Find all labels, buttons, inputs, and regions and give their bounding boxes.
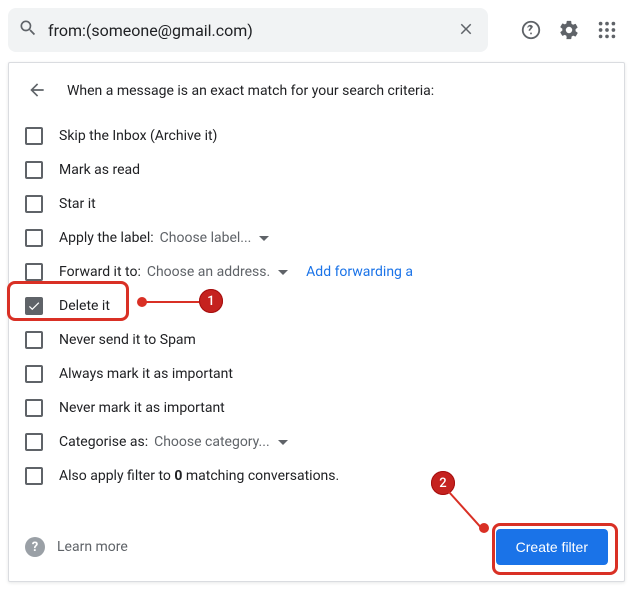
learn-more-link[interactable]: ? Learn more <box>25 537 128 557</box>
panel-header: When a message is an exact match for you… <box>25 79 608 103</box>
link-add-forwarding[interactable]: Add forwarding a <box>306 264 413 280</box>
checkbox-categorise[interactable] <box>25 433 43 451</box>
create-filter-button[interactable]: Create filter <box>496 529 608 565</box>
help-circle-icon: ? <box>25 537 45 557</box>
row-never-spam: Never send it to Spam <box>25 323 608 357</box>
label-categorise: Categorise as: <box>59 434 148 450</box>
label-delete-it: Delete it <box>59 298 110 314</box>
top-icons <box>519 18 625 42</box>
caret-down-icon <box>259 236 269 241</box>
label-star-it: Star it <box>59 196 96 212</box>
dropdown-forward[interactable]: Choose an address. <box>147 264 288 280</box>
checkbox-never-important[interactable] <box>25 399 43 417</box>
row-mark-read: Mark as read <box>25 153 608 187</box>
close-icon <box>457 20 475 41</box>
label-also-apply: Also apply filter to 0 matching conversa… <box>59 468 339 484</box>
also-apply-suffix: matching conversations. <box>182 468 339 484</box>
row-apply-label: Apply the label: Choose label... <box>25 221 608 255</box>
filter-panel: When a message is an exact match for you… <box>8 62 625 582</box>
checkbox-mark-read[interactable] <box>25 161 43 179</box>
row-categorise: Categorise as: Choose category... <box>25 425 608 459</box>
checkbox-star-it[interactable] <box>25 195 43 213</box>
topbar: from:(someone@gmail.com) <box>0 0 633 58</box>
checkbox-never-spam[interactable] <box>25 331 43 349</box>
learn-more-text: Learn more <box>57 539 128 555</box>
check-icon <box>27 299 41 313</box>
label-always-important: Always mark it as important <box>59 366 233 382</box>
clear-search-button[interactable] <box>454 18 478 42</box>
row-skip-inbox: Skip the Inbox (Archive it) <box>25 119 608 153</box>
row-also-apply: Also apply filter to 0 matching conversa… <box>25 459 608 493</box>
apps-icon[interactable] <box>595 18 619 42</box>
caret-down-icon <box>278 270 288 275</box>
label-never-spam: Never send it to Spam <box>59 332 196 348</box>
search-icon <box>18 18 38 42</box>
label-never-important: Never mark it as important <box>59 400 225 416</box>
checkbox-forward[interactable] <box>25 263 43 281</box>
arrow-left-icon <box>27 80 47 103</box>
back-button[interactable] <box>25 79 49 103</box>
label-forward: Forward it to: <box>59 264 141 280</box>
dropdown-categorise-text: Choose category... <box>154 434 270 450</box>
dropdown-categorise[interactable]: Choose category... <box>154 434 288 450</box>
dropdown-apply-label[interactable]: Choose label... <box>160 230 270 246</box>
header-text: When a message is an exact match for you… <box>67 83 434 99</box>
caret-down-icon <box>278 440 288 445</box>
checkbox-apply-label[interactable] <box>25 229 43 247</box>
label-apply-label: Apply the label: <box>59 230 154 246</box>
checkbox-skip-inbox[interactable] <box>25 127 43 145</box>
annotation-line-2 <box>448 491 484 531</box>
row-never-important: Never mark it as important <box>25 391 608 425</box>
row-delete-it: Delete it <box>25 289 608 323</box>
label-mark-read: Mark as read <box>59 162 140 178</box>
search-box[interactable]: from:(someone@gmail.com) <box>8 8 488 52</box>
search-input[interactable]: from:(someone@gmail.com) <box>48 21 444 40</box>
label-skip-inbox: Skip the Inbox (Archive it) <box>59 128 217 144</box>
help-icon[interactable] <box>519 18 543 42</box>
row-always-important: Always mark it as important <box>25 357 608 391</box>
dropdown-forward-text: Choose an address. <box>147 264 270 280</box>
row-star-it: Star it <box>25 187 608 221</box>
dropdown-apply-label-text: Choose label... <box>160 230 252 246</box>
checkbox-also-apply[interactable] <box>25 467 43 485</box>
row-forward: Forward it to: Choose an address. Add fo… <box>25 255 608 289</box>
checkbox-delete-it[interactable] <box>25 297 43 315</box>
checkbox-always-important[interactable] <box>25 365 43 383</box>
settings-icon[interactable] <box>557 18 581 42</box>
panel-footer: ? Learn more Create filter <box>25 529 608 565</box>
also-apply-prefix: Also apply filter to <box>59 468 174 484</box>
